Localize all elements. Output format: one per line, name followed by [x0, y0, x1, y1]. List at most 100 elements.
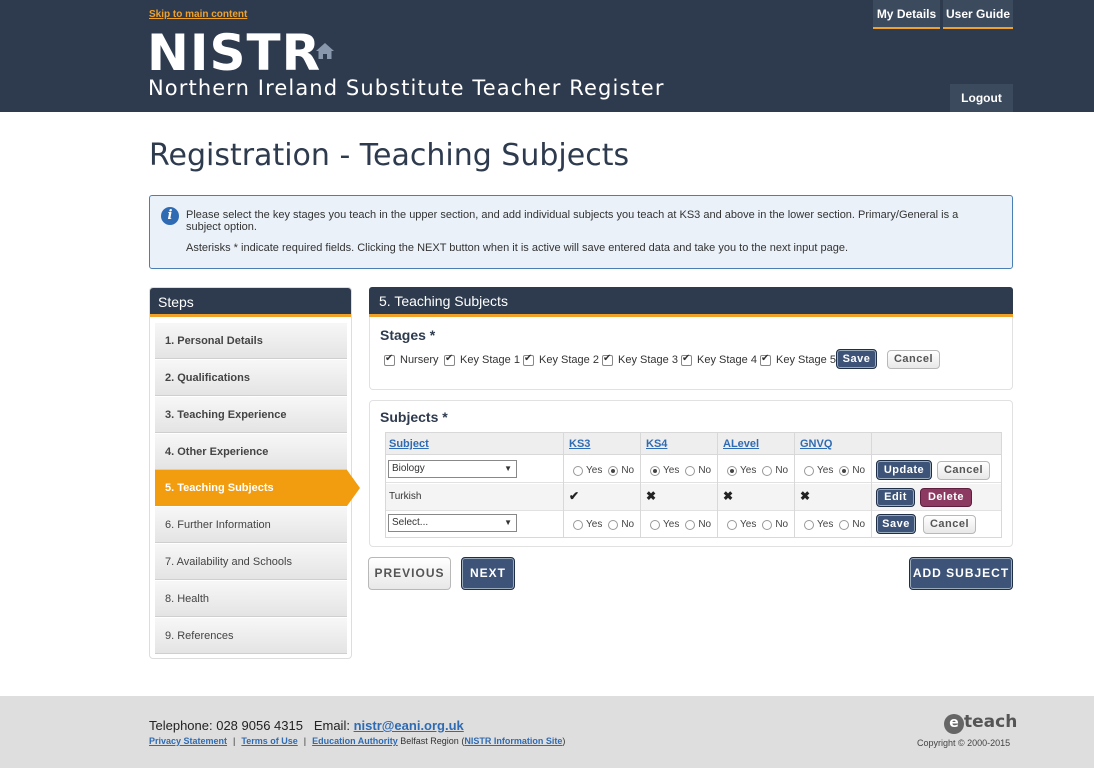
stage-ks3-checkbox[interactable]: Key Stage 3	[602, 353, 678, 366]
stages-cancel-button[interactable]: Cancel	[887, 350, 940, 369]
radio-no[interactable]	[608, 519, 619, 530]
steps-title: Steps	[150, 288, 351, 317]
new-subject-select[interactable]: Select... ▼	[388, 514, 517, 532]
stage-ks2-checkbox[interactable]: Key Stage 2	[523, 353, 599, 366]
column-ks4[interactable]: KS4	[646, 438, 667, 450]
site-footer: Telephone: 028 9056 4315 Email: nistr@ea…	[0, 696, 1094, 768]
stage-label: Nursery	[400, 354, 439, 366]
logout-button[interactable]: Logout	[950, 84, 1013, 112]
subjects-title: Subjects *	[380, 409, 448, 425]
cross-icon: ✖	[723, 489, 734, 503]
terms-of-use-link[interactable]: Terms of Use	[241, 736, 297, 746]
radio-no[interactable]	[839, 519, 850, 530]
column-divider	[717, 433, 718, 537]
step-references[interactable]: 9. References	[155, 618, 347, 654]
column-alevel[interactable]: ALevel	[723, 438, 759, 450]
email-link[interactable]: nistr@eani.org.uk	[354, 718, 464, 733]
active-step-arrow	[347, 470, 360, 506]
home-icon[interactable]	[315, 42, 335, 60]
alevel-radio-group[interactable]: Yes No	[727, 519, 788, 530]
step-teaching-subjects[interactable]: 5. Teaching Subjects	[155, 470, 360, 506]
select-value: Select...	[392, 517, 429, 528]
stage-label: Key Stage 3	[618, 354, 678, 366]
new-row-save-button[interactable]: Save	[876, 514, 916, 534]
stage-ks1-checkbox[interactable]: Key Stage 1	[444, 353, 520, 366]
stage-ks4-checkbox[interactable]: Key Stage 4	[681, 353, 757, 366]
site-header: Skip to main content NISTR Northern Irel…	[0, 0, 1094, 112]
stages-save-button[interactable]: Save	[836, 349, 877, 369]
radio-yes[interactable]	[804, 465, 814, 476]
radio-yes[interactable]	[573, 465, 583, 476]
step-health[interactable]: 8. Health	[155, 581, 347, 617]
radio-label: No	[775, 465, 789, 476]
edit-button[interactable]: Edit	[876, 488, 915, 507]
link-separator: |	[303, 736, 307, 746]
education-authority-link[interactable]: Education Authority	[312, 736, 398, 746]
radio-yes[interactable]	[727, 465, 737, 476]
ks3-radio-group[interactable]: Yes No	[573, 465, 634, 476]
table-row: Turkish ✔ ✖ ✖ ✖ Edit Delete	[386, 484, 1001, 511]
radio-no[interactable]	[685, 465, 696, 476]
ks4-radio-group[interactable]: Yes No	[650, 519, 711, 530]
column-subject[interactable]: Subject	[389, 438, 429, 450]
radio-label: No	[775, 519, 789, 530]
alevel-radio-group[interactable]: Yes No	[727, 465, 788, 476]
telephone-text: Telephone: 028 9056 4315	[149, 718, 303, 733]
table-row: Biology ▼ Yes No Yes No Yes No Yes No Update …	[386, 456, 1001, 483]
privacy-statement-link[interactable]: Privacy Statement	[149, 736, 227, 746]
radio-yes[interactable]	[650, 519, 660, 530]
new-row-cancel-button[interactable]: Cancel	[923, 515, 976, 534]
add-subject-button[interactable]: ADD SUBJECT	[909, 557, 1013, 590]
step-other-experience[interactable]: 4. Other Experience	[155, 434, 347, 470]
step-further-information[interactable]: 6. Further Information	[155, 507, 347, 543]
check-icon: ✔	[569, 489, 580, 503]
column-divider	[794, 433, 795, 537]
subject-select[interactable]: Biology ▼	[388, 460, 517, 478]
ks4-radio-group[interactable]: Yes No	[650, 465, 711, 476]
step-personal-details[interactable]: 1. Personal Details	[155, 323, 347, 359]
radio-no[interactable]	[608, 465, 619, 476]
gnvq-radio-group[interactable]: Yes No	[804, 465, 865, 476]
radio-no[interactable]	[685, 519, 696, 530]
delete-button[interactable]: Delete	[920, 488, 972, 507]
column-ks3[interactable]: KS3	[569, 438, 590, 450]
site-logo[interactable]: NISTR	[147, 27, 321, 79]
radio-no[interactable]	[762, 519, 773, 530]
cross-icon: ✖	[646, 489, 657, 503]
radio-yes[interactable]	[727, 519, 737, 530]
radio-no[interactable]	[762, 465, 773, 476]
radio-label: No	[698, 465, 712, 476]
previous-button[interactable]: PREVIOUS	[368, 557, 451, 590]
row-cancel-button[interactable]: Cancel	[937, 461, 990, 480]
step-teaching-experience[interactable]: 3. Teaching Experience	[155, 397, 347, 433]
gnvq-radio-group[interactable]: Yes No	[804, 519, 865, 530]
radio-label: No	[852, 465, 866, 476]
radio-yes[interactable]	[573, 519, 583, 530]
checkbox-checked-icon	[444, 353, 455, 366]
step-availability-and-schools[interactable]: 7. Availability and Schools	[155, 544, 347, 580]
user-guide-button[interactable]: User Guide	[943, 0, 1013, 29]
stage-ks5-checkbox[interactable]: Key Stage 5	[760, 353, 836, 366]
radio-yes[interactable]	[650, 465, 660, 476]
update-button[interactable]: Update	[876, 460, 932, 480]
radio-yes[interactable]	[804, 519, 814, 530]
column-divider	[640, 433, 641, 537]
info-text-asterisks: Asterisks * indicate required fields. Cl…	[186, 242, 848, 254]
radio-no[interactable]	[839, 465, 850, 476]
my-details-button[interactable]: My Details	[873, 0, 940, 29]
ks3-radio-group[interactable]: Yes No	[573, 519, 634, 530]
dropdown-caret-icon: ▼	[504, 464, 512, 473]
site-subtitle: Northern Ireland Substitute Teacher Regi…	[148, 76, 665, 100]
region-text-end: )	[562, 736, 566, 746]
radio-label: Yes	[586, 465, 603, 476]
eteach-logo[interactable]: e teach	[944, 712, 1017, 734]
nistr-information-site-link[interactable]: NISTR Information Site	[464, 736, 562, 746]
radio-label: No	[621, 519, 635, 530]
stage-nursery-checkbox[interactable]: Nursery	[384, 353, 439, 366]
step-qualifications[interactable]: 2. Qualifications	[155, 360, 347, 396]
skip-to-main-content-link[interactable]: Skip to main content	[149, 9, 247, 20]
stages-title: Stages *	[380, 327, 436, 343]
next-button[interactable]: NEXT	[461, 557, 515, 590]
column-gnvq[interactable]: GNVQ	[800, 438, 832, 450]
stage-label: Key Stage 4	[697, 354, 757, 366]
